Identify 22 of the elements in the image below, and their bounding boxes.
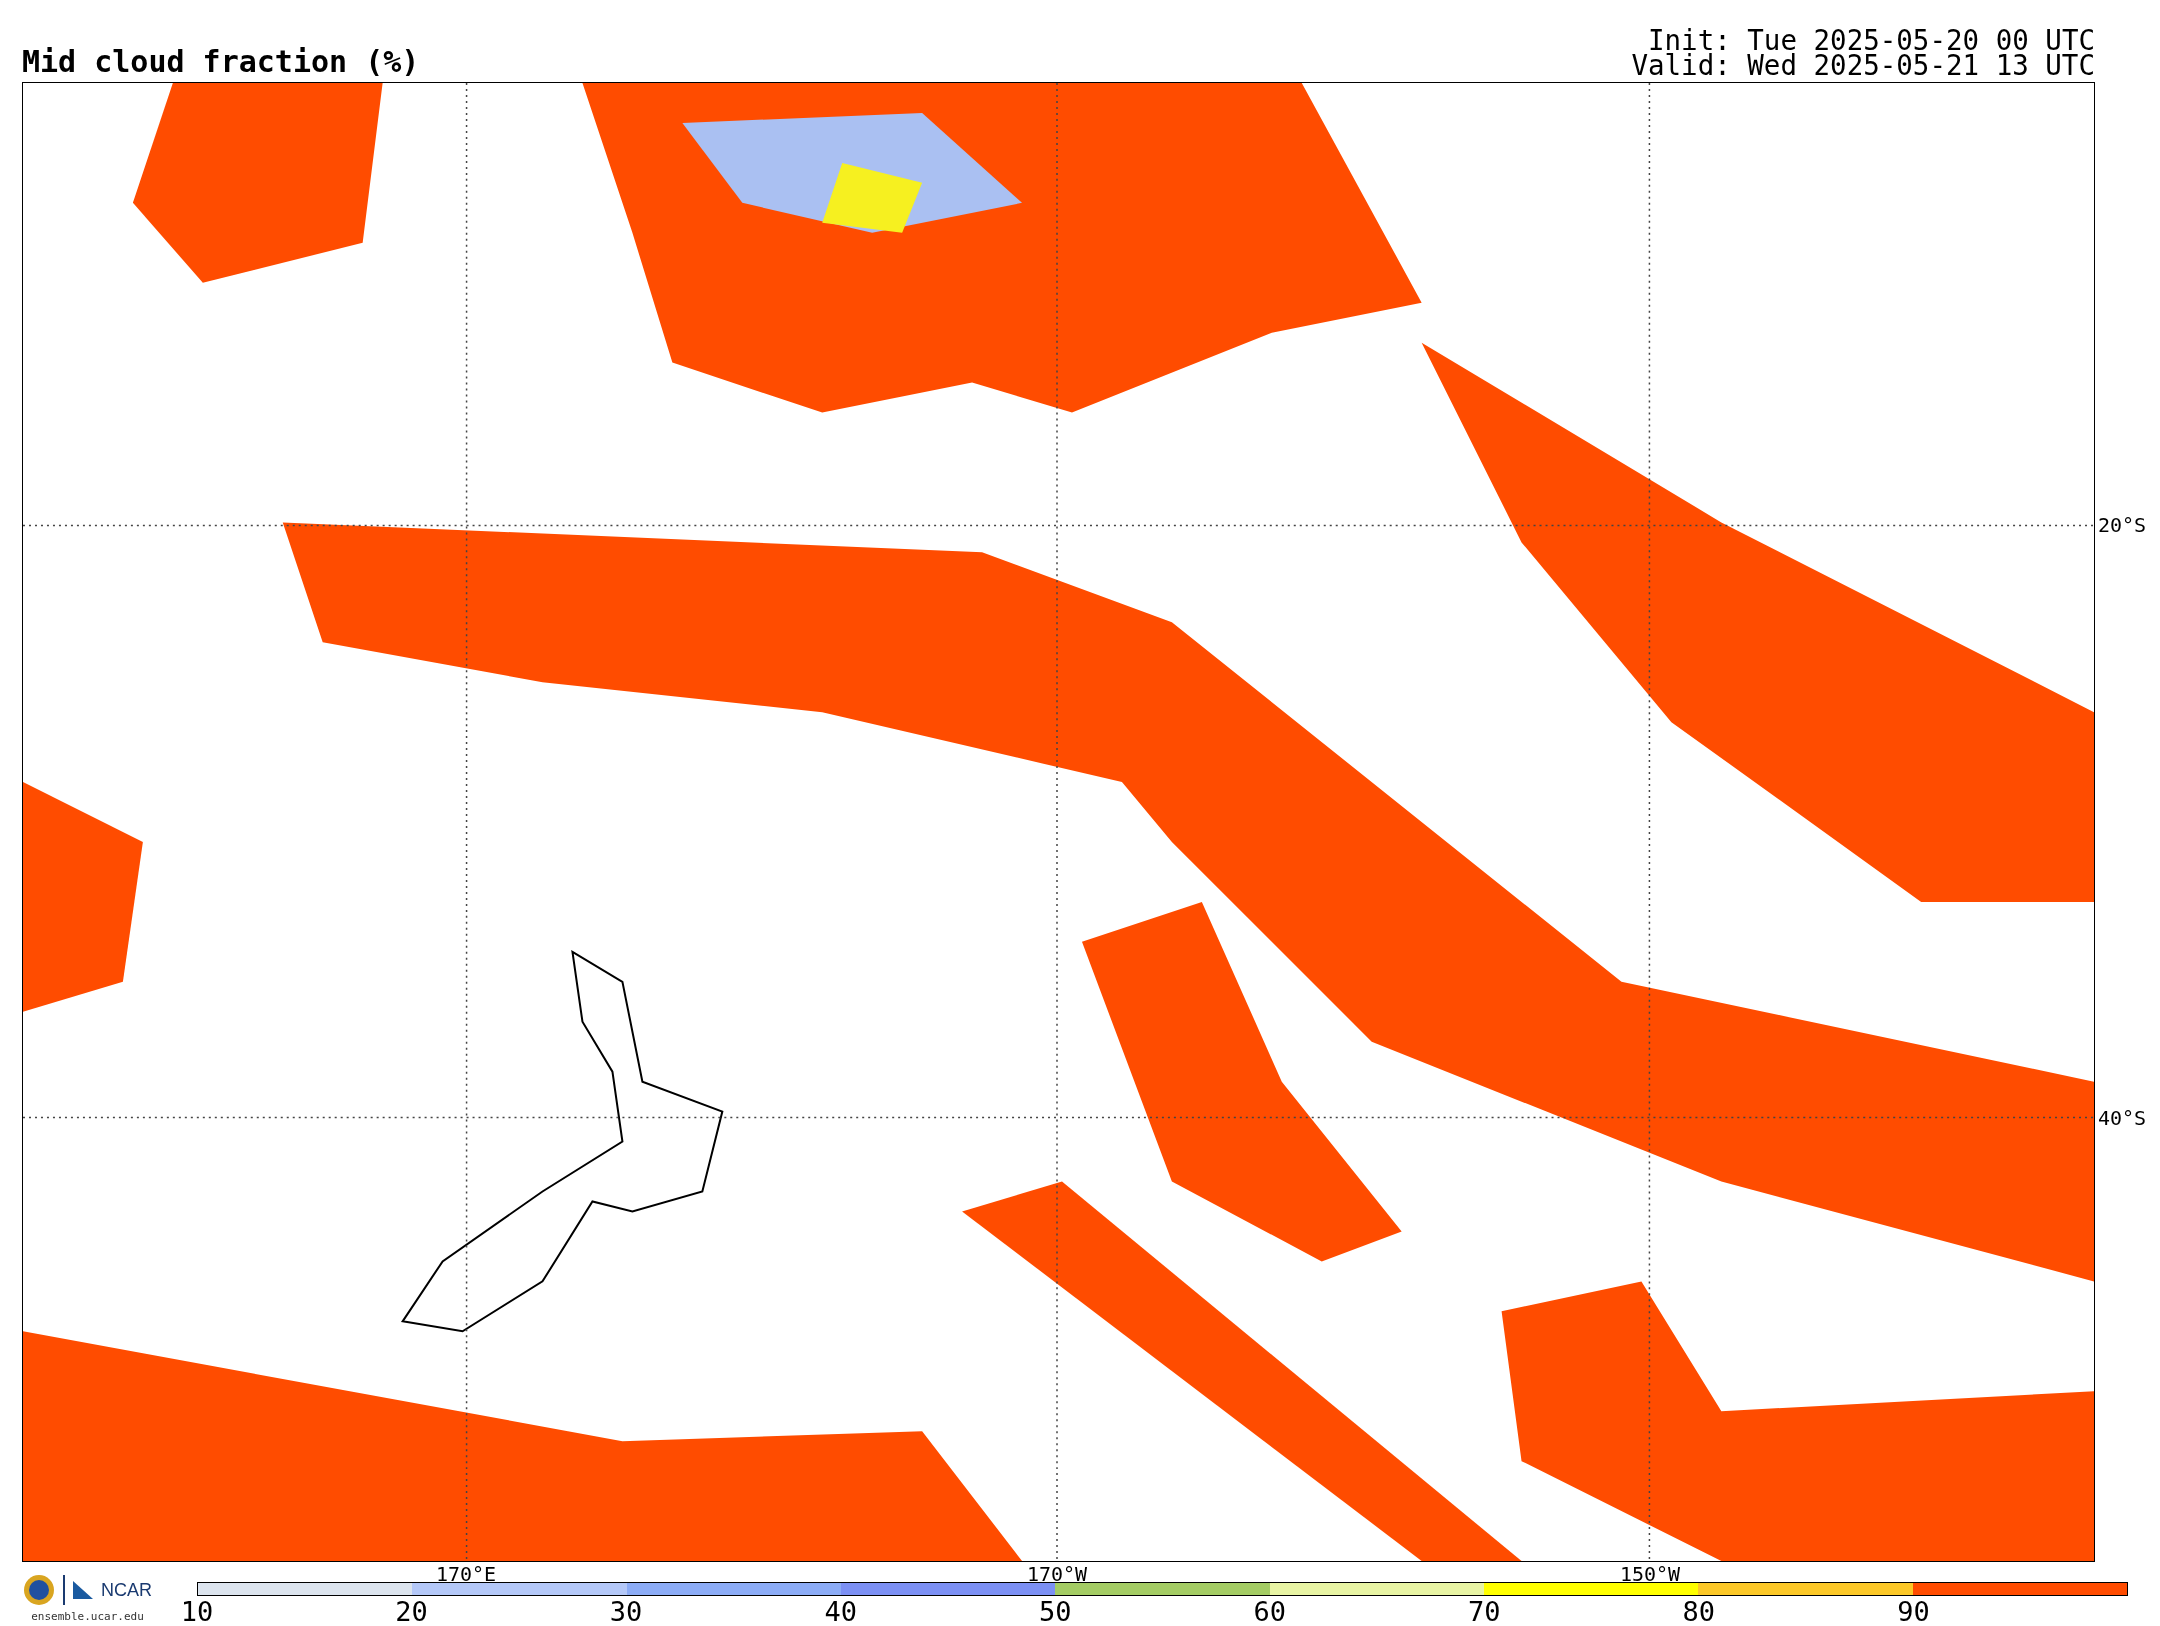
scale-label: 10	[180, 1598, 214, 1626]
scale-label: 20	[395, 1598, 428, 1626]
scale-label: 60	[1253, 1598, 1286, 1626]
longitude-label: 150°W	[1619, 1564, 1681, 1584]
scale-label: 80	[1682, 1598, 1716, 1626]
valid-time: Valid: Wed 2025-05-21 13 UTC	[1631, 53, 2095, 78]
scale-label: 30	[609, 1598, 643, 1626]
scale-label: 50	[1038, 1598, 1072, 1626]
scale-label: 70	[1468, 1598, 1501, 1626]
website-url: ensemble.ucar.edu	[31, 1610, 144, 1623]
chart-title: Mid cloud fraction (%)	[22, 44, 420, 81]
divider-line	[63, 1575, 65, 1605]
globe-seal-icon	[23, 1574, 55, 1606]
triangle-icon	[73, 1581, 93, 1599]
scale-label: 90	[1897, 1598, 1930, 1626]
latitude-label: 40°S	[2098, 1108, 2147, 1128]
longitude-label: 170°W	[1026, 1564, 1088, 1584]
logo-wordmark: NCAR	[101, 1579, 152, 1601]
longitude-label: 170°E	[435, 1564, 497, 1584]
init-time: Init: Tue 2025-05-20 00 UTC	[1647, 28, 2095, 53]
latitude-label: 20°S	[2098, 515, 2147, 535]
scale-label: 40	[824, 1598, 857, 1626]
